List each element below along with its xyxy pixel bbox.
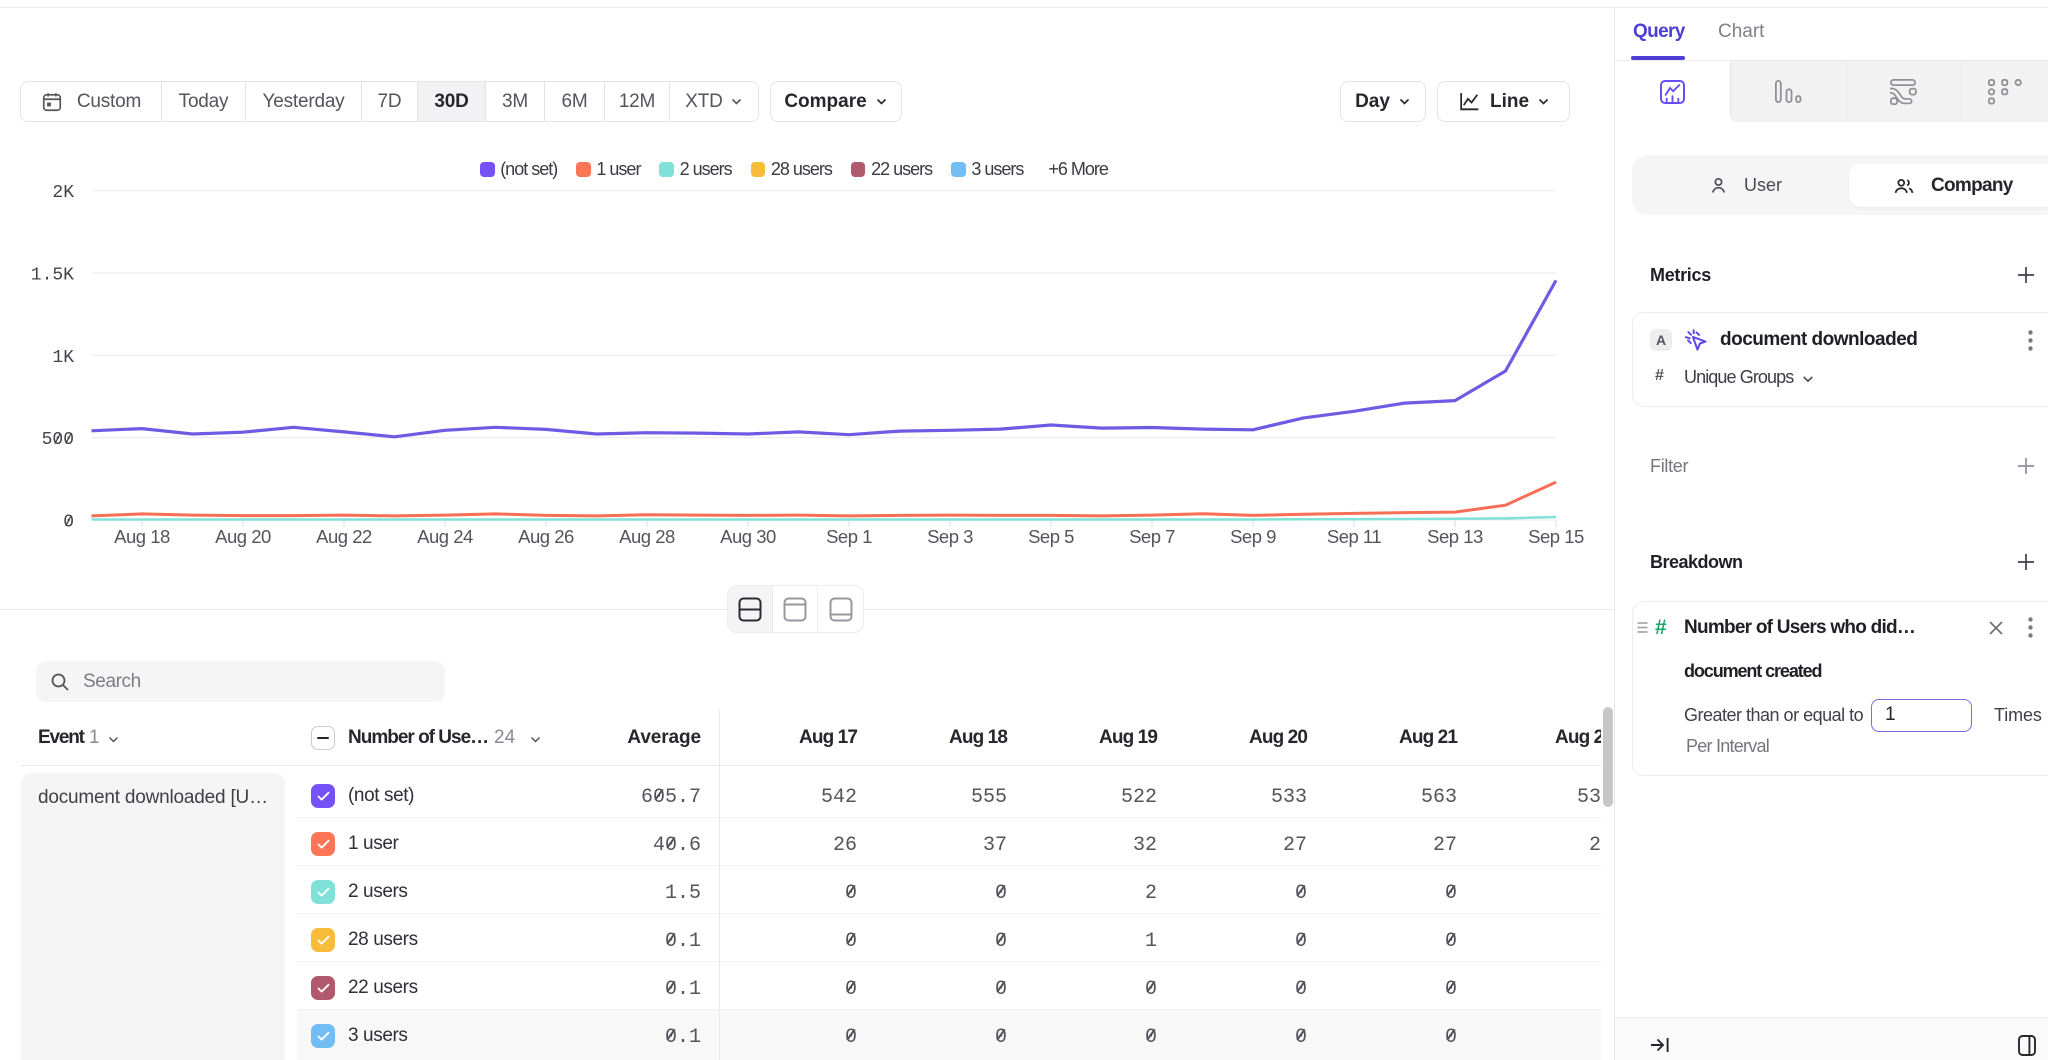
svg-text:Sep 1: Sep 1 [826,526,872,547]
svg-text:Aug 20: Aug 20 [215,526,271,547]
svg-text:500: 500 [42,430,74,450]
svg-text:Aug 30: Aug 30 [720,526,776,547]
svg-text:Sep 11: Sep 11 [1327,526,1381,547]
svg-text:Aug 18: Aug 18 [114,526,170,547]
svg-text:Sep 13: Sep 13 [1427,526,1483,547]
svg-text:Aug 24: Aug 24 [417,526,473,547]
svg-text:2K: 2K [52,183,74,203]
svg-text:Sep 7: Sep 7 [1129,526,1175,547]
svg-text:Sep 5: Sep 5 [1028,526,1074,547]
svg-text:Aug 26: Aug 26 [518,526,574,547]
svg-text:0: 0 [63,513,74,533]
svg-text:Aug 28: Aug 28 [619,526,675,547]
svg-text:1.5K: 1.5K [31,266,74,286]
svg-text:Sep 3: Sep 3 [927,526,973,547]
svg-text:1K: 1K [52,348,74,368]
svg-text:Sep 15: Sep 15 [1528,526,1584,547]
svg-text:Sep 9: Sep 9 [1230,526,1276,547]
svg-text:Aug 22: Aug 22 [316,526,372,547]
